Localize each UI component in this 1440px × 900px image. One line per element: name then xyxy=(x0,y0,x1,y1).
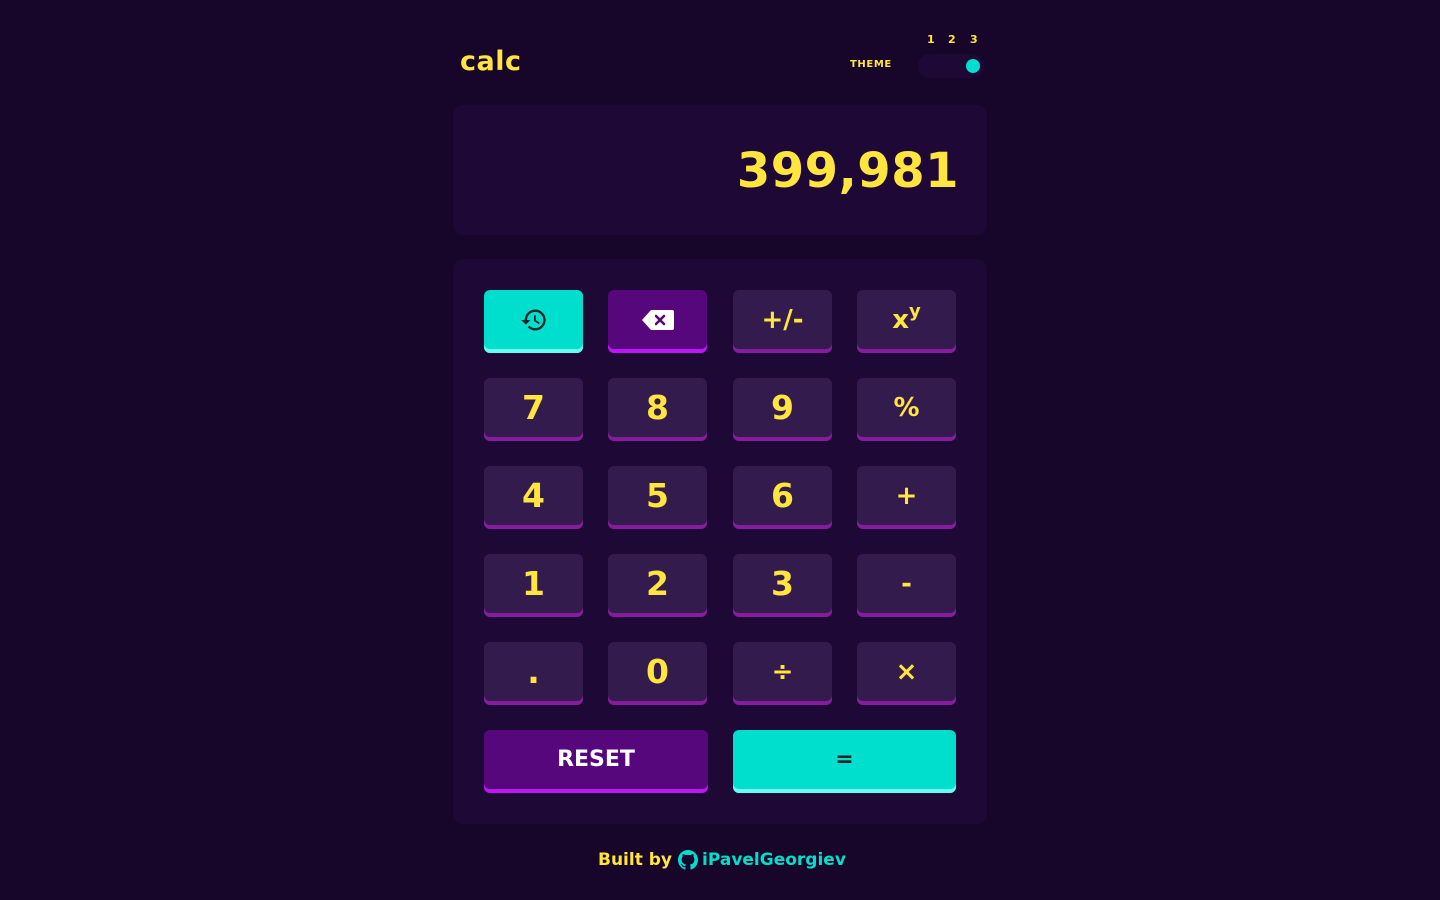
equals-button[interactable]: = xyxy=(733,730,956,793)
theme-label: THEME xyxy=(850,59,892,70)
key-0[interactable]: 0 xyxy=(608,642,707,705)
theme-option-2[interactable]: 2 xyxy=(948,33,956,46)
backspace-button[interactable] xyxy=(608,290,707,353)
key-8[interactable]: 8 xyxy=(608,378,707,441)
theme-numbers: 1 2 3 xyxy=(923,33,983,47)
github-icon xyxy=(678,850,699,870)
key-9[interactable]: 9 xyxy=(733,378,832,441)
history-button[interactable] xyxy=(484,290,583,353)
header: calc THEME 1 2 3 xyxy=(453,0,987,100)
footer-built-by: Built by xyxy=(598,850,673,870)
theme-toggle[interactable] xyxy=(918,54,984,78)
history-icon xyxy=(520,309,546,330)
calculator-app: calc THEME 1 2 3 399,981 +/- x y 7 8 9 %… xyxy=(453,0,987,900)
theme-option-3[interactable]: 3 xyxy=(970,33,978,46)
display-value: 399,981 xyxy=(736,143,959,199)
author-name[interactable]: iPavelGeorgiev xyxy=(702,850,846,870)
power-base: x xyxy=(892,304,910,335)
footer: Built by iPavelGeorgiev xyxy=(598,846,898,874)
theme-option-1[interactable]: 1 xyxy=(927,33,935,46)
display-screen: 399,981 xyxy=(453,105,987,235)
key-2[interactable]: 2 xyxy=(608,554,707,617)
app-logo: calc xyxy=(460,46,522,77)
percent-button[interactable]: % xyxy=(857,378,956,441)
keypad: +/- xy 7 8 9 % 4 5 6 + 1 2 3 - . 0 ÷ × R… xyxy=(453,259,987,824)
decimal-button[interactable]: . xyxy=(484,642,583,705)
multiply-button[interactable]: × xyxy=(857,642,956,705)
author-link[interactable]: iPavelGeorgiev xyxy=(678,850,846,870)
key-4[interactable]: 4 xyxy=(484,466,583,529)
key-6[interactable]: 6 xyxy=(733,466,832,529)
negate-button[interactable]: +/- xyxy=(733,290,832,353)
key-3[interactable]: 3 xyxy=(733,554,832,617)
key-7[interactable]: 7 xyxy=(484,378,583,441)
plus-button[interactable]: + xyxy=(857,466,956,529)
power-exponent: y xyxy=(909,301,921,322)
key-1[interactable]: 1 xyxy=(484,554,583,617)
key-5[interactable]: 5 xyxy=(608,466,707,529)
theme-toggle-knob[interactable] xyxy=(966,59,980,73)
power-button[interactable]: xy xyxy=(857,290,956,353)
reset-button[interactable]: RESET xyxy=(484,730,708,793)
minus-button[interactable]: - xyxy=(857,554,956,617)
divide-button[interactable]: ÷ xyxy=(733,642,832,705)
backspace-icon xyxy=(641,309,674,330)
